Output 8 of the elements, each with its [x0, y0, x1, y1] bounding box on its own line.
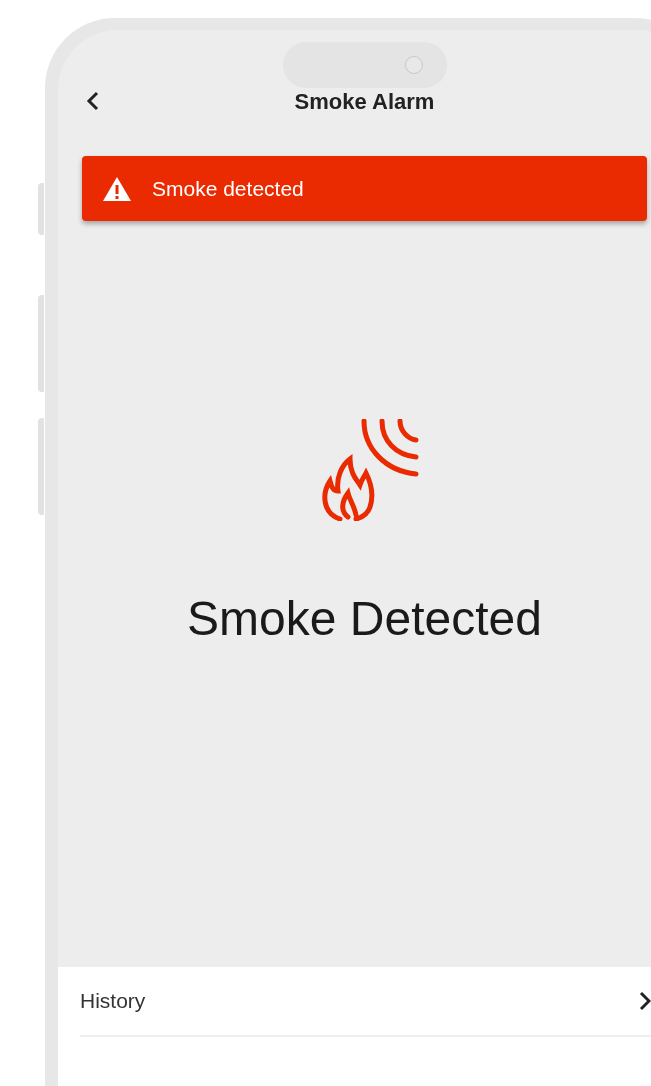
camera-icon [405, 56, 423, 74]
warning-icon [102, 175, 132, 202]
menu-item[interactable]: History [80, 967, 651, 1037]
status-title: Smoke Detected [186, 591, 543, 647]
chevron-right-icon [639, 991, 651, 1011]
alert-text: Smoke detected [152, 175, 304, 202]
back-icon[interactable] [86, 91, 100, 111]
page-title: Smoke Alarm [294, 87, 435, 116]
